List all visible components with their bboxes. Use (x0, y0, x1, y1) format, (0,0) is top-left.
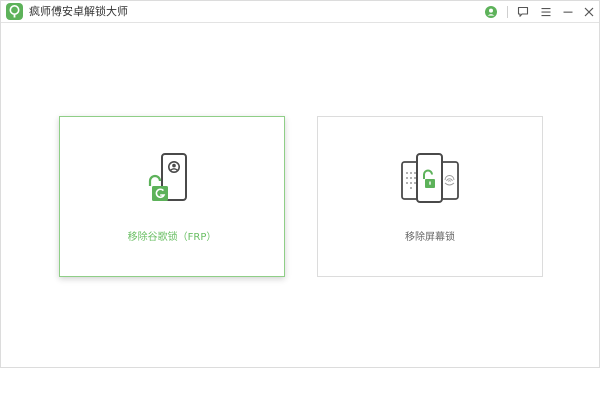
minimize-button[interactable] (560, 4, 576, 20)
user-icon (485, 6, 497, 18)
window-bottom-margin (0, 368, 600, 400)
close-icon (584, 7, 594, 17)
app-title: 疯师傅安卓解锁大师 (29, 5, 128, 18)
titlebar-separator (507, 6, 508, 18)
remove-screen-lock-card[interactable]: 移除屏幕锁 (317, 116, 543, 277)
remove-frp-label: 移除谷歌锁（FRP） (127, 232, 217, 243)
feedback-button[interactable] (515, 4, 531, 20)
remove-frp-card[interactable]: 移除谷歌锁（FRP） (59, 116, 285, 277)
menu-icon (541, 8, 551, 17)
phone-google-lock-icon (60, 153, 284, 209)
app-logo-icon (6, 3, 23, 20)
menu-button[interactable] (538, 4, 554, 20)
user-account-button[interactable] (483, 4, 499, 20)
close-button[interactable] (581, 4, 597, 20)
phones-unlock-icon (318, 153, 542, 209)
minimize-icon (563, 11, 573, 13)
remove-screen-lock-label: 移除屏幕锁 (405, 232, 455, 243)
app-window: 疯师傅安卓解锁大师 移除谷歌锁（FRP） 移除屏幕锁 (0, 0, 600, 368)
feedback-icon (517, 6, 529, 17)
title-bar[interactable]: 疯师傅安卓解锁大师 (1, 1, 599, 23)
